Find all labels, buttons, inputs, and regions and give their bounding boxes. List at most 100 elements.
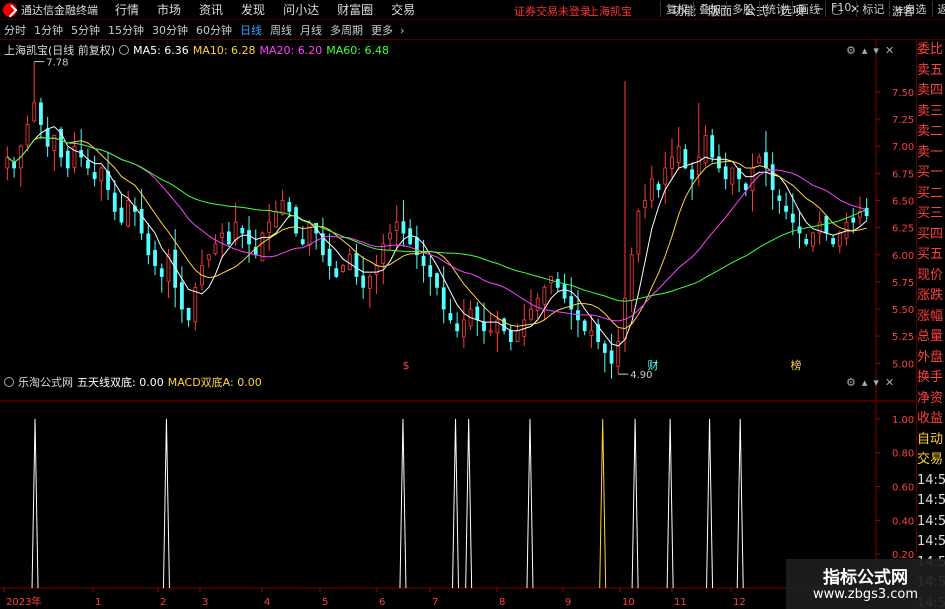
side-label: 买四: [917, 226, 944, 242]
tab-intraday[interactable]: 分时: [0, 22, 30, 38]
tab-monthly[interactable]: 月线: [296, 22, 326, 38]
settings-icon[interactable]: ⚙: [846, 376, 856, 389]
y-tick-label: 6.75: [892, 169, 914, 180]
candle-body: [602, 343, 607, 353]
tool-statistics[interactable]: 统计: [759, 1, 792, 17]
tool-adjust[interactable]: 复权: [660, 1, 693, 17]
tab-weekly[interactable]: 周线: [266, 22, 296, 38]
candle-body: [5, 156, 10, 169]
candle-body: [341, 265, 345, 272]
login-status[interactable]: 证券交易未登录: [514, 3, 591, 19]
side-label: 卖一: [917, 144, 944, 160]
tool-overlay[interactable]: 叠加: [693, 1, 726, 17]
candle-body: [25, 124, 30, 146]
menu-item-market[interactable]: 市场: [148, 1, 190, 18]
signal-spike: [162, 418, 170, 589]
indicator-legend: 乐淘公式网 五天线双底: 0.00 MACD双底A: 0.00: [4, 374, 262, 390]
tool-f10[interactable]: F10: [825, 1, 856, 17]
tool-multi-stock[interactable]: 多股: [726, 1, 759, 17]
candle-body: [790, 213, 795, 223]
side-label: 收益: [917, 411, 944, 426]
side-label: 委比: [917, 42, 944, 57]
gear-icon[interactable]: [119, 45, 130, 55]
x-tick-label: 8: [499, 597, 505, 608]
tab-30min[interactable]: 30分钟: [148, 22, 192, 38]
high-marker-label: 7.78: [46, 58, 68, 69]
y-tick-label: 7.25: [892, 115, 914, 126]
candle-body: [488, 330, 493, 333]
side-label: 买五: [917, 247, 944, 262]
arrow-up-icon[interactable]: ▴: [862, 44, 868, 57]
side-label: 买二: [917, 185, 944, 201]
close-panel-icon[interactable]: ✕: [885, 44, 894, 57]
candle-body: [32, 102, 37, 122]
ma5-label: MA5: 6.36: [133, 43, 189, 57]
event-marker: 榜: [791, 358, 802, 372]
candle-body: [334, 268, 339, 277]
menu-item-quotes[interactable]: 行情: [106, 1, 148, 18]
arrow-down-icon[interactable]: ▾: [873, 376, 879, 389]
candle-body: [589, 330, 594, 336]
arrow-up-icon[interactable]: ▴: [862, 376, 868, 389]
candle-body: [401, 221, 406, 234]
signal-spike: [599, 418, 607, 589]
menu-item-ask[interactable]: 问小达: [274, 1, 328, 18]
tool-mark[interactable]: 标记: [856, 1, 889, 17]
side-label: 涨跌: [917, 288, 944, 303]
tool-add-watchlist[interactable]: +自选: [889, 1, 931, 17]
candle-body: [247, 230, 251, 245]
candle-body: [39, 102, 43, 125]
tool-draw[interactable]: 画线: [792, 1, 825, 17]
candle-body: [421, 255, 426, 267]
candle-body: [535, 297, 540, 311]
menu-item-trade[interactable]: 交易: [382, 1, 424, 18]
settings-icon[interactable]: ⚙: [846, 44, 856, 57]
candle-body: [354, 253, 359, 277]
candle-body: [649, 178, 654, 201]
candle-body: [273, 210, 278, 228]
side-label: 买一: [917, 165, 944, 180]
candle-body: [213, 243, 218, 255]
chart-area[interactable]: 5.00 5.25 5.50 5.75 6.00 6.25 6.50 6.75 7.00 7.25…: [0, 40, 916, 609]
tool-back[interactable]: 返回: [931, 1, 945, 17]
chevron-right-icon[interactable]: ›: [397, 24, 407, 37]
signal-spike: [452, 418, 460, 589]
tab-more[interactable]: 更多: [367, 22, 397, 38]
y-tick-label: 0.60: [892, 483, 914, 494]
arrow-down-icon[interactable]: ▾: [873, 44, 879, 57]
indicator-macd: MACD双底A: 0.00: [167, 376, 262, 389]
x-tick-label: 10: [622, 597, 635, 608]
candle-body: [515, 330, 520, 342]
candle-body: [139, 209, 144, 234]
candle-body: [582, 320, 587, 332]
candle-body: [636, 210, 641, 255]
candle-body: [153, 249, 157, 267]
menu-item-discover[interactable]: 发现: [232, 1, 274, 18]
close-panel-icon[interactable]: ✕: [885, 376, 894, 389]
tab-15min[interactable]: 15分钟: [104, 22, 148, 38]
stock-title: 上海凯宝: [588, 5, 632, 18]
side-label: 14:56: [917, 534, 945, 549]
tab-5min[interactable]: 5分钟: [67, 22, 104, 38]
side-label: 交易: [917, 452, 944, 467]
menu-item-news[interactable]: 资讯: [190, 1, 232, 18]
tab-multi-period[interactable]: 多周期: [326, 22, 367, 38]
app-title: 通达信金融终端: [21, 3, 98, 17]
candle-body: [146, 233, 151, 256]
tab-daily[interactable]: 日线: [236, 22, 266, 38]
tab-1min[interactable]: 1分钟: [30, 22, 67, 38]
candle-body: [777, 195, 782, 201]
candle-body: [294, 207, 298, 234]
candle-body: [112, 192, 117, 212]
candle-body: [327, 248, 332, 267]
candle-body: [126, 200, 131, 227]
candle-body: [837, 232, 842, 247]
candle-body: [643, 200, 648, 208]
gear-icon[interactable]: [4, 377, 14, 387]
tab-60min[interactable]: 60分钟: [192, 22, 236, 38]
side-label: 14:56: [917, 493, 945, 508]
candle-body: [804, 239, 809, 245]
candle-body: [555, 278, 560, 288]
side-label: 买三: [917, 206, 944, 221]
menu-item-wealth[interactable]: 财富圈: [328, 1, 382, 18]
